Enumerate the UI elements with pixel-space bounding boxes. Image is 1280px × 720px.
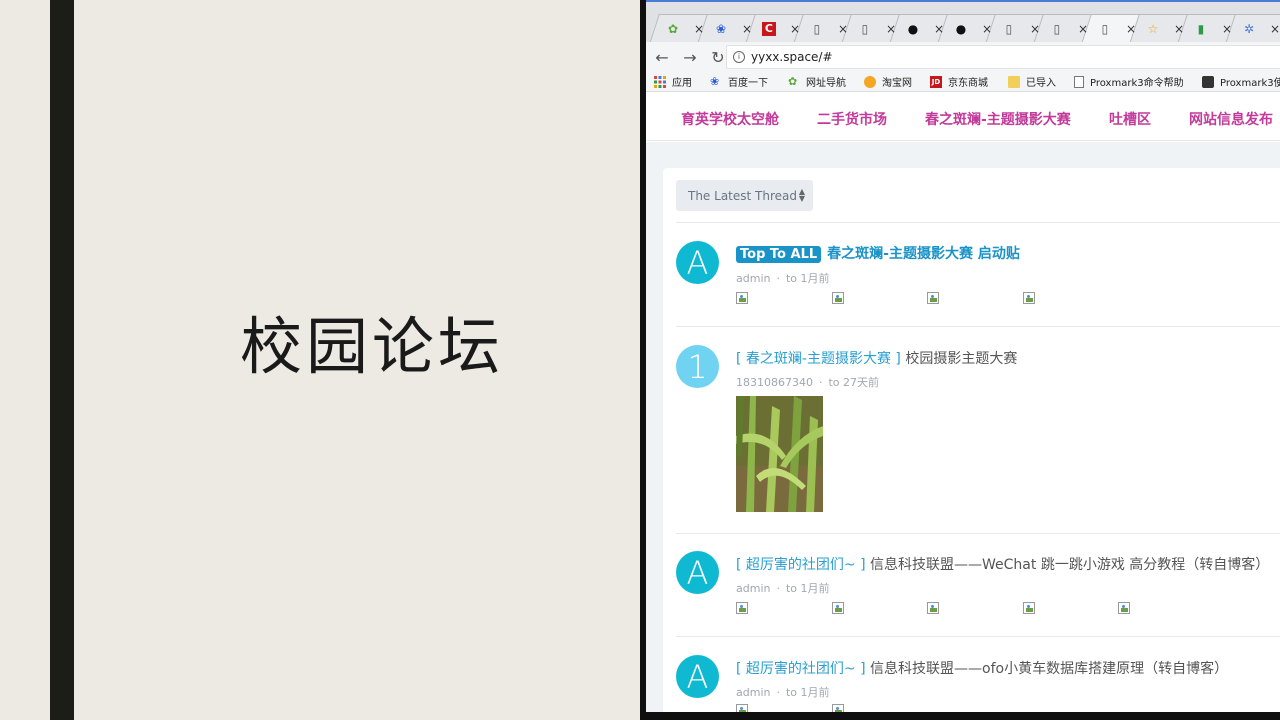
- thread-author[interactable]: admin: [736, 582, 770, 595]
- pinned-badge: Top To ALL: [736, 246, 822, 263]
- divider: [676, 533, 1280, 534]
- slide-title: 校园论坛: [240, 310, 505, 383]
- thread-author[interactable]: admin: [736, 272, 770, 285]
- broken-image-icon[interactable]: [832, 704, 846, 712]
- close-icon[interactable]: ×: [886, 22, 896, 36]
- thread-title[interactable]: [ 超厉害的社团们~ ] 信息科技联盟——ofo小黄车数据库搭建原理（转自博客）: [736, 658, 1228, 678]
- close-icon[interactable]: ×: [1174, 22, 1184, 36]
- thread-time: to 1月前: [785, 686, 830, 699]
- close-icon[interactable]: ×: [838, 22, 848, 36]
- chart-icon: ▮: [1197, 22, 1205, 36]
- thread-title-text[interactable]: 春之斑斓-主题摄影大赛 启动贴: [827, 246, 1020, 262]
- avatar[interactable]: A: [676, 551, 719, 594]
- avatar[interactable]: 1: [676, 345, 719, 388]
- close-icon[interactable]: ×: [742, 22, 752, 36]
- broken-image-icon[interactable]: [736, 602, 750, 616]
- close-icon[interactable]: ×: [1078, 22, 1088, 36]
- gear-icon: ✲: [1243, 22, 1254, 36]
- page-icon: ▯: [861, 22, 869, 36]
- broken-image-icon[interactable]: [1023, 602, 1037, 616]
- divider: [676, 636, 1280, 637]
- github-icon: ●: [907, 22, 919, 36]
- hao123-icon: ✿: [667, 22, 678, 36]
- avatar[interactable]: A: [676, 241, 719, 284]
- thread-title-text[interactable]: 信息科技联盟——WeChat 跳一跳小游戏 高分教程（转自博客）: [870, 557, 1269, 573]
- close-icon[interactable]: ×: [982, 22, 992, 36]
- thread-time: to 27天前: [828, 376, 880, 389]
- page-icon: ▯: [1005, 22, 1013, 36]
- thread-category[interactable]: [ 超厉害的社团们~ ]: [736, 557, 866, 573]
- thread-meta: admin · to 1月前: [736, 272, 830, 285]
- corn-plants-photo: [736, 396, 823, 512]
- thread-title[interactable]: [ 超厉害的社团们~ ] 信息科技联盟——WeChat 跳一跳小游戏 高分教程（…: [736, 554, 1269, 574]
- thread-meta: 18310867340 · to 27天前: [736, 376, 880, 389]
- avatar[interactable]: A: [676, 655, 719, 698]
- thread-title-text[interactable]: 信息科技联盟——ofo小黄车数据库搭建原理（转自博客）: [870, 661, 1228, 677]
- close-icon[interactable]: ×: [1030, 22, 1040, 36]
- broken-image-icon[interactable]: [832, 292, 846, 306]
- updown-icon: ▲ ▼: [798, 187, 805, 203]
- thread-time: to 1月前: [785, 272, 830, 285]
- thread-title[interactable]: [ 春之斑斓-主题摄影大赛 ] 校园摄影主题大赛: [736, 348, 1017, 368]
- page-icon: ▯: [1053, 22, 1061, 36]
- broken-image-icon[interactable]: [736, 292, 750, 306]
- broken-image-icon[interactable]: [1118, 602, 1132, 616]
- page-icon: ▯: [1101, 22, 1109, 36]
- forum-content: The Latest Thread ▲ ▼ A Top To ALL 春之斑斓-主题…: [646, 0, 1280, 712]
- csdn-icon: C: [762, 22, 776, 36]
- broken-image-icon[interactable]: [927, 602, 941, 616]
- broken-image-icon[interactable]: [832, 602, 846, 616]
- thread-photo[interactable]: [736, 396, 823, 512]
- thread-meta: admin · to 1月前: [736, 686, 830, 699]
- thread-title[interactable]: Top To ALL 春之斑斓-主题摄影大赛 启动贴: [736, 243, 1020, 263]
- close-icon[interactable]: ×: [790, 22, 800, 36]
- thread-category[interactable]: [ 超厉害的社团们~ ]: [736, 661, 866, 677]
- baidu-icon: ❀: [715, 22, 726, 36]
- sort-select[interactable]: The Latest Thread ▲ ▼: [676, 180, 813, 211]
- sort-select-value: The Latest Thread: [688, 188, 797, 203]
- close-icon[interactable]: ×: [1126, 22, 1136, 36]
- divider: [676, 326, 1280, 327]
- close-icon[interactable]: ×: [934, 22, 944, 36]
- github-icon: ●: [955, 22, 967, 36]
- close-icon[interactable]: ×: [694, 22, 704, 36]
- close-icon[interactable]: ×: [1222, 22, 1232, 36]
- close-icon[interactable]: ×: [1270, 22, 1280, 36]
- thread-meta: admin · to 1月前: [736, 582, 830, 595]
- thread-category[interactable]: [ 春之斑斓-主题摄影大赛 ]: [736, 351, 901, 367]
- divider: [676, 222, 1280, 223]
- slide-accent-bar: [50, 0, 74, 720]
- thread-author[interactable]: 18310867340: [736, 376, 813, 389]
- broken-image-icon[interactable]: [927, 292, 941, 306]
- broken-image-icon[interactable]: [736, 704, 750, 712]
- thread-time: to 1月前: [785, 582, 830, 595]
- thread-title-text[interactable]: 校园摄影主题大赛: [905, 351, 1017, 367]
- thread-author[interactable]: admin: [736, 686, 770, 699]
- page-icon: ▯: [813, 22, 821, 36]
- broken-image-icon[interactable]: [1023, 292, 1037, 306]
- star-icon: ☆: [1147, 22, 1159, 36]
